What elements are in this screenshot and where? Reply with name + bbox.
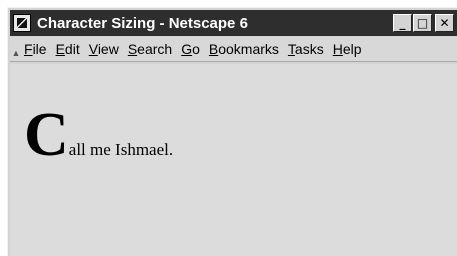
toolbar-grip-icon[interactable]: ▲: [12, 40, 21, 58]
paragraph: Call me Ishmael.: [24, 104, 173, 166]
menu-view[interactable]: View: [89, 41, 119, 57]
menu-accelerator: G: [181, 41, 193, 57]
menu-accelerator: H: [332, 41, 343, 57]
menu-accelerator: V: [88, 41, 98, 57]
menu-accelerator: B: [208, 41, 219, 57]
window-controls: _ □ ✕: [392, 14, 454, 32]
menu-search[interactable]: Search: [128, 41, 172, 57]
maximize-button[interactable]: □: [413, 14, 432, 32]
menu-accelerator: T: [287, 41, 295, 57]
menu-file[interactable]: File: [24, 41, 47, 57]
menu-tasks[interactable]: Tasks: [288, 41, 324, 57]
paragraph-text: all me Ishmael.: [68, 140, 174, 159]
menu-edit[interactable]: Edit: [56, 41, 80, 57]
menu-accelerator: E: [55, 41, 65, 57]
window-title: Character Sizing - Netscape 6: [37, 14, 248, 32]
menu-accelerator: F: [24, 41, 33, 57]
menu-go[interactable]: Go: [181, 41, 200, 57]
minimize-button[interactable]: _: [393, 14, 412, 32]
browser-window: Character Sizing - Netscape 6 _ □ ✕ ▲ Fi…: [7, 7, 457, 256]
close-button[interactable]: ✕: [435, 14, 454, 32]
menu-help[interactable]: Help: [333, 41, 362, 57]
netscape-app-icon[interactable]: [13, 14, 31, 32]
title-bar[interactable]: Character Sizing - Netscape 6 _ □ ✕: [10, 10, 457, 36]
menu-bookmarks[interactable]: Bookmarks: [209, 41, 279, 57]
menu-bar: ▲ File Edit View Search Go Bookmarks Tas…: [10, 37, 457, 61]
drop-cap-letter: C: [24, 101, 69, 169]
menu-accelerator: S: [127, 41, 138, 57]
page-content: Call me Ishmael.: [10, 64, 457, 256]
